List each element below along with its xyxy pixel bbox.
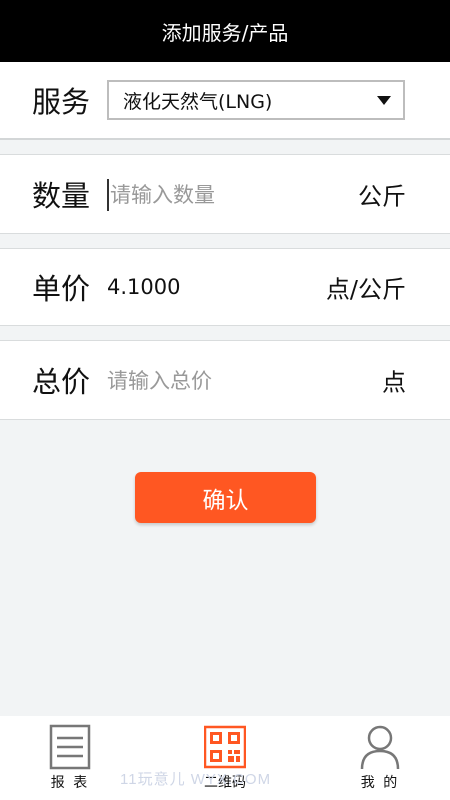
quantity-label: 数量: [32, 179, 91, 213]
dropdown-caret-icon: [377, 96, 391, 105]
page-header: 添加服务/产品: [0, 0, 450, 62]
tab-mine-label: 我 的: [360, 775, 400, 791]
page-title: 添加服务/产品: [161, 20, 289, 45]
total-input[interactable]: 请输入总价: [107, 365, 337, 395]
service-label: 服务: [32, 85, 91, 119]
tab-report[interactable]: 报 表: [15, 724, 125, 800]
quantity-unit: 公斤: [358, 182, 406, 211]
unit-price-unit: 点/公斤: [325, 275, 406, 304]
service-select[interactable]: 液化天然气(LNG): [107, 80, 405, 120]
service-row: 服务 液化天然气(LNG): [0, 62, 450, 140]
qr-code-icon: [204, 725, 246, 769]
total-unit: 点: [382, 368, 406, 397]
quantity-input[interactable]: 请输入数量: [110, 179, 340, 209]
unit-price-row: 单价 4.1000 点/公斤: [0, 248, 450, 326]
unit-price-label: 单价: [32, 272, 91, 306]
watermark-text: 11玩意儿 WYX.COM: [120, 771, 272, 788]
report-list-icon: [49, 724, 91, 770]
unit-price-value: 4.1000: [107, 275, 181, 299]
quantity-row: 数量 请输入数量 公斤: [0, 154, 450, 234]
tab-mine[interactable]: 我 的: [325, 724, 435, 800]
total-row: 总价 请输入总价 点: [0, 340, 450, 420]
person-icon: [360, 725, 400, 770]
tab-report-label: 报 表: [50, 775, 90, 791]
total-label: 总价: [32, 365, 91, 399]
text-cursor: [107, 179, 109, 211]
confirm-button[interactable]: 确认: [135, 472, 316, 523]
service-selected-value: 液化天然气(LNG): [123, 90, 273, 113]
